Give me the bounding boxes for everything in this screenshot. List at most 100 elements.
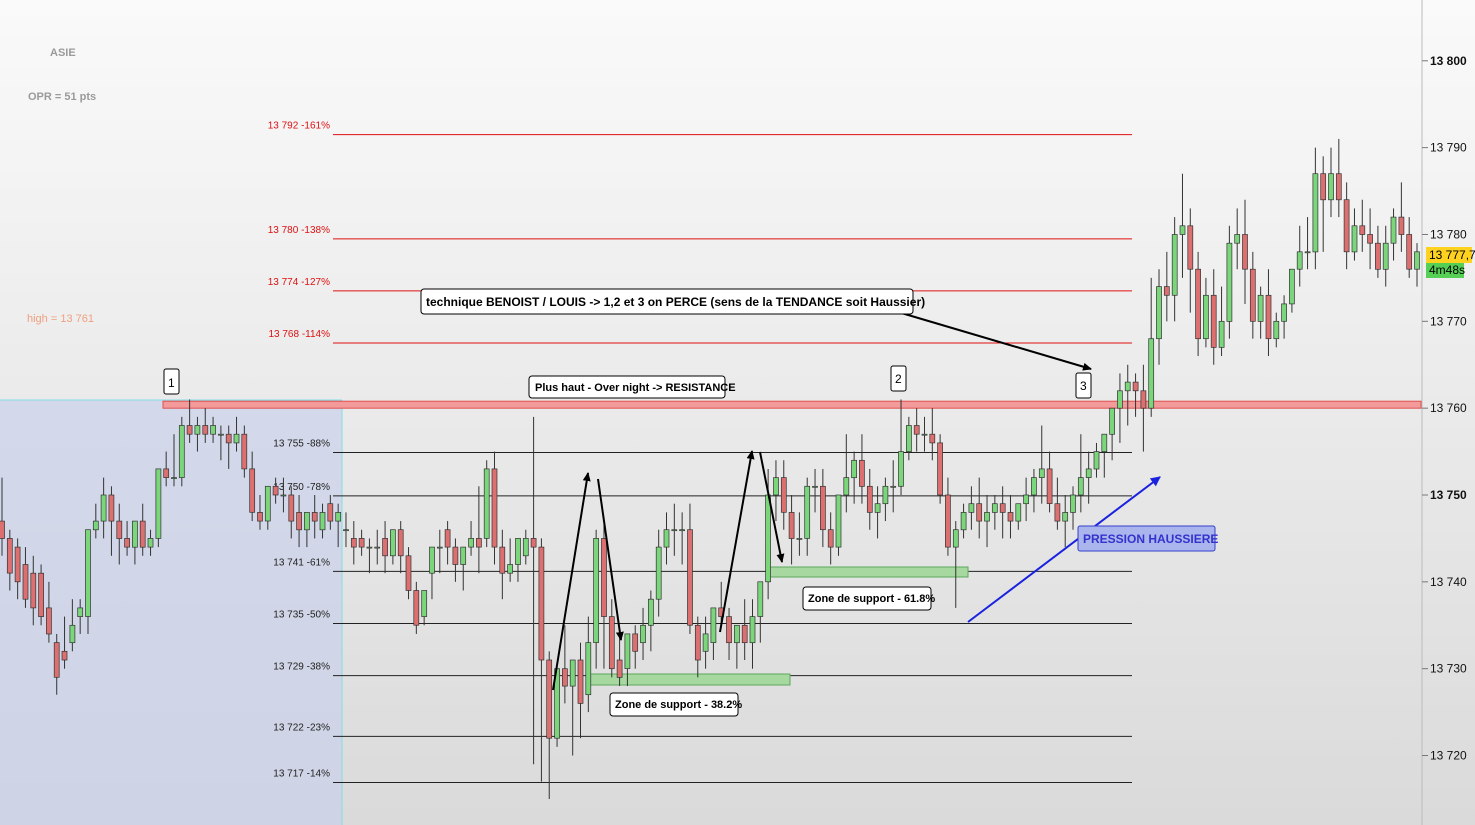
candle-56 — [436, 529, 443, 574]
candle-127 — [991, 495, 998, 530]
chart: ASIE OPR = 51 pts high = 13 761 13 792 -… — [0, 0, 1475, 825]
candle-5 — [38, 564, 44, 626]
candle-95 — [741, 599, 748, 660]
candle-101 — [788, 495, 795, 565]
candle-110 — [859, 434, 865, 504]
svg-text:2: 2 — [895, 372, 902, 386]
technique-note: technique BENOIST / LOUIS -> 1,2 et 3 on… — [420, 288, 925, 315]
candle-106 — [827, 512, 834, 565]
candle-74 — [577, 642, 584, 739]
candle-125 — [976, 477, 983, 539]
candle-152 — [1187, 208, 1194, 313]
candle-144 — [1124, 364, 1131, 426]
candle-99 — [773, 460, 779, 522]
candle-87 — [679, 512, 685, 565]
candle-131 — [1023, 477, 1029, 522]
candle-154 — [1203, 277, 1209, 348]
candle-73 — [569, 659, 576, 756]
candle-86 — [671, 503, 678, 556]
candle-77 — [601, 521, 607, 669]
session-label: ASIE — [50, 47, 76, 59]
candle-141 — [1101, 433, 1108, 478]
candle-96 — [749, 599, 756, 669]
candle-178 — [1390, 208, 1397, 261]
candle-117 — [913, 408, 920, 452]
candle-158 — [1234, 208, 1241, 270]
candle-105 — [820, 468, 826, 548]
candle-46 — [358, 529, 365, 556]
candle-169 — [1320, 156, 1327, 252]
candle-132 — [1031, 468, 1037, 513]
level-label-5: 13 750 -78% — [273, 482, 330, 493]
level-label-1: 13 780 -138% — [268, 225, 330, 236]
svg-text:3: 3 — [1080, 379, 1087, 393]
candle-173 — [1351, 208, 1358, 261]
candle-52 — [405, 547, 412, 600]
candle-113 — [882, 477, 889, 522]
y-tick-label-1: 13 790 — [1430, 141, 1467, 155]
y-tick-label-0: 13 800 — [1430, 54, 1467, 68]
svg-text:technique BENOIST / LOUIS ->: technique BENOIST / LOUIS -> 1,2 et 3 on… — [426, 295, 925, 309]
candle-133 — [1038, 425, 1045, 504]
candle-164 — [1281, 295, 1287, 339]
candle-60 — [468, 521, 474, 556]
candle-93 — [726, 607, 732, 660]
candle-150 — [1171, 217, 1178, 322]
candle-134 — [1046, 451, 1053, 513]
countdown-label: 4m48s — [1429, 263, 1465, 277]
candle-181 — [1414, 243, 1420, 287]
candle-68 — [530, 416, 537, 765]
candle-162 — [1265, 269, 1272, 357]
candle-72 — [562, 625, 568, 704]
candle-176 — [1375, 225, 1381, 278]
level-label-6: 13 741 -61% — [273, 557, 330, 568]
candle-76 — [593, 529, 599, 669]
candle-136 — [1062, 495, 1069, 548]
candle-161 — [1257, 286, 1264, 339]
candle-120 — [937, 434, 943, 504]
candle-179 — [1398, 182, 1405, 252]
candle-156 — [1218, 286, 1225, 357]
y-tick-label-6: 13 740 — [1430, 575, 1467, 589]
candle-47 — [366, 538, 373, 574]
candle-67 — [522, 529, 529, 565]
candle-172 — [1343, 182, 1350, 270]
candle-170 — [1328, 147, 1334, 218]
candle-140 — [1093, 442, 1100, 478]
svg-text:PRESSION HAUSSIERE: PRESSION HAUSSIERE — [1083, 532, 1218, 546]
candle-122 — [952, 521, 959, 608]
candle-54 — [421, 590, 428, 626]
support-zone-618 — [766, 566, 969, 578]
candle-102 — [796, 512, 803, 556]
candle-85 — [663, 512, 670, 565]
candle-143 — [1117, 373, 1123, 443]
level-label-8: 13 729 -38% — [273, 662, 330, 673]
candle-45 — [350, 521, 357, 565]
candle-94 — [734, 624, 740, 669]
candle-149 — [1163, 251, 1170, 322]
candle-62 — [483, 460, 490, 548]
candle-163 — [1273, 312, 1280, 348]
level-label-10: 13 717 -14% — [273, 768, 330, 779]
candle-82 — [640, 607, 646, 660]
support-382-note: Zone de support - 38.2% — [609, 692, 742, 717]
candle-70 — [546, 651, 553, 799]
candle-49 — [382, 521, 388, 574]
candle-165 — [1289, 268, 1295, 313]
candle-137 — [1070, 486, 1076, 530]
candle-65 — [507, 538, 513, 582]
y-tick-label-2: 13 780 — [1430, 227, 1467, 241]
candle-160 — [1249, 251, 1256, 339]
candle-167 — [1304, 217, 1311, 270]
marker-2: 2 — [890, 365, 907, 392]
candle-97 — [757, 581, 764, 643]
candle-90 — [702, 616, 709, 669]
high-label: high = 13 761 — [27, 313, 94, 325]
candle-129 — [1007, 495, 1014, 539]
candle-124 — [968, 486, 975, 530]
candle-83 — [648, 590, 654, 652]
candle-75 — [585, 616, 592, 713]
support-618-note: Zone de support - 61.8% — [802, 586, 935, 611]
candle-130 — [1015, 503, 1022, 530]
candle-112 — [874, 486, 881, 539]
